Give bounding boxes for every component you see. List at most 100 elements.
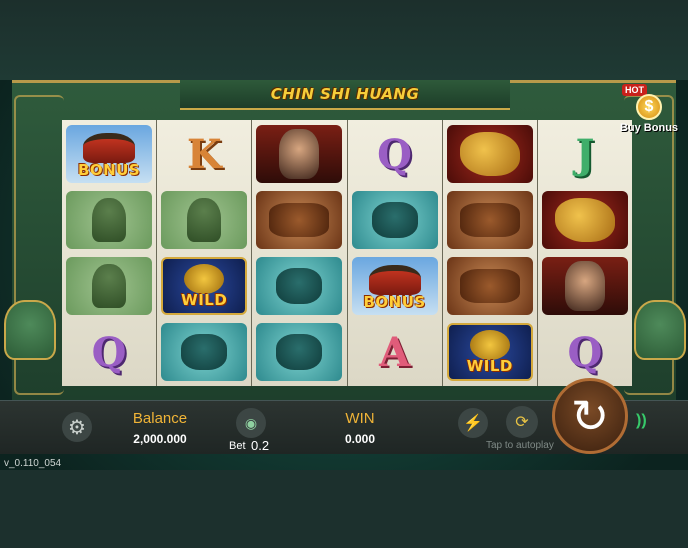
top-band [0,0,688,80]
symbol-soldier [66,191,153,249]
symbol-wild: WILD [161,257,248,315]
wild-label: WILD [466,357,513,375]
bet-value: 0.2 [251,438,270,453]
bottom-band [0,470,688,548]
reel-cell [255,122,343,186]
symbol-emperor [256,125,343,183]
bonus-label: BONUS [77,161,141,179]
reel-3 [252,120,347,386]
symbol-wild: WILD [446,323,533,381]
version-label: v_0.110_054 [4,458,62,469]
lion-icon [181,334,228,370]
symbol-horse [256,191,343,249]
reel-cell [541,188,629,252]
symbol-horse [446,191,533,249]
reel-cell: WILD [446,320,534,384]
soldier-icon [92,264,127,308]
reel-4: Q BONUS A [347,120,442,386]
lightning-icon: ⚡ [463,415,483,432]
reel-cell: K [160,122,248,186]
game-title: CHIN SHI HUANG [270,85,420,103]
symbol-letter-q: Q [377,130,413,178]
reel-cell: A [351,320,439,384]
symbol-bonus: BONUS [66,125,153,183]
reel-cell: Q [351,122,439,186]
settings-button[interactable]: ⚙ [62,412,92,442]
reel-cell [446,122,534,186]
bonus-icon [368,265,421,295]
symbol-letter-k: K [186,130,222,178]
soldier-icon [187,198,222,242]
soldier-icon [92,198,127,242]
symbol-bonus: BONUS [351,257,438,315]
horse-icon [269,203,330,237]
lion-icon [276,268,323,304]
game-stage: CHIN SHI HUANG BONUS Q K WILD Q BONUS A WILD J Q … [0,0,688,548]
symbol-emperor [541,257,628,315]
reel-cell [541,254,629,318]
symbol-lion [351,191,438,249]
buy-bonus-button[interactable]: HOT $ Buy Bonus [618,84,680,140]
spin-button[interactable]: ↻ [552,378,628,454]
balance-label: Balance [132,410,188,427]
emperor-icon [564,261,605,311]
bonus-icon [83,133,136,163]
reel-cell [351,188,439,252]
symbol-letter-q: Q [567,328,603,376]
symbol-lion [161,323,248,381]
symbol-lion [256,323,343,381]
reel-cell: WILD [160,254,248,318]
reel-cell [255,188,343,252]
symbol-lion [256,257,343,315]
title-bar: CHIN SHI HUANG [180,80,510,110]
reel-1: BONUS Q [62,120,157,386]
wild-label: WILD [181,291,228,309]
spin-icon: ↻ [570,390,610,442]
lion-icon [371,202,418,238]
symbol-letter-q: Q [91,328,127,376]
reel-cell: J [541,122,629,186]
gear-icon: ⚙ [68,416,86,439]
right-dragon-ornament-icon [634,300,686,360]
coin-icon: $ [636,94,662,120]
reel-cell: BONUS [65,122,153,186]
reel-5: WILD [442,120,537,386]
symbol-soldier [161,191,248,249]
reel-cell [65,188,153,252]
wild-icon [469,330,510,360]
horse-icon [459,269,520,303]
bet-button[interactable]: ◉ [236,408,266,438]
bonus-label: BONUS [363,293,426,311]
balance-value: 2,000.000 [133,432,187,446]
win-label: WIN [345,410,375,427]
autoplay-button[interactable]: ⟳ [506,406,538,438]
reel-cell: Q [65,320,153,384]
dragon-icon [459,132,520,176]
bet-label: Bet [229,440,246,452]
reel-cell: BONUS [351,254,439,318]
turbo-button[interactable]: ⚡ [458,408,488,438]
reel-6: JQ [537,120,633,386]
horse-icon [459,203,520,237]
reel-cell [160,320,248,384]
autoplay-hint: Tap to autoplay [486,440,554,451]
autoplay-icon: ⟳ [515,414,529,431]
chips-icon: ◉ [244,414,258,431]
wifi-icon: )) [636,412,647,429]
symbol-letter-j: J [575,130,595,178]
symbol-dragon [541,191,628,249]
reel-cell [160,188,248,252]
symbol-horse [446,257,533,315]
reel-cell: Q [541,320,629,384]
symbol-soldier [66,257,153,315]
symbol-dragon [446,125,533,183]
reel-cell [446,254,534,318]
reel-cell [255,320,343,384]
dragon-icon [554,198,615,242]
emperor-icon [279,129,320,179]
left-dragon-ornament-icon [4,300,56,360]
reel-cell [255,254,343,318]
reel-cell [65,254,153,318]
wild-icon [184,264,225,294]
win-value: 0.000 [344,432,376,446]
